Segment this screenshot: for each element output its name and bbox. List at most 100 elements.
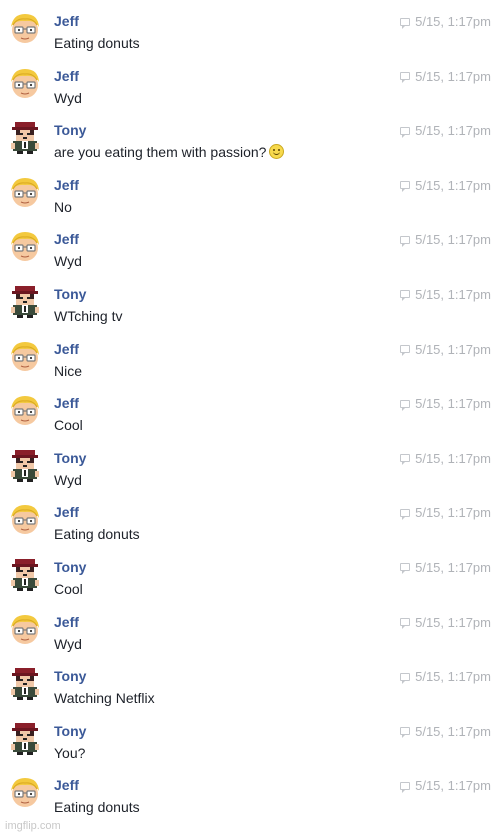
jeff-avatar[interactable] xyxy=(7,338,43,374)
sender-name[interactable]: Jeff xyxy=(54,231,79,247)
message-meta: 5/15, 1:17pm xyxy=(400,69,491,84)
jeff-avatar[interactable] xyxy=(7,774,43,810)
message-bubble-icon xyxy=(400,672,411,684)
sender-name[interactable]: Jeff xyxy=(54,177,79,193)
jeff-avatar[interactable] xyxy=(7,501,43,537)
message-row: Jeff Wyd 5/15, 1:17pm xyxy=(0,218,500,273)
message-row: Tony Watching Netflix 5/15, 1:17pm xyxy=(0,655,500,710)
tony-avatar[interactable] xyxy=(7,119,43,155)
timestamp: 5/15, 1:17pm xyxy=(415,177,491,193)
message-text: Nice xyxy=(54,363,82,379)
message-bubble-icon xyxy=(400,399,411,411)
message-text-content: Eating donuts xyxy=(54,526,140,543)
timestamp: 5/15, 1:17pm xyxy=(415,68,491,84)
jeff-avatar[interactable] xyxy=(7,228,43,264)
message-row: Tony Wyd 5/15, 1:17pm xyxy=(0,437,500,492)
tony-avatar[interactable] xyxy=(7,447,43,483)
message-text-content: Watching Netflix xyxy=(54,690,155,707)
message-text: Watching Netflix xyxy=(54,690,155,706)
timestamp: 5/15, 1:17pm xyxy=(415,341,491,357)
message-meta: 5/15, 1:17pm xyxy=(400,14,491,29)
sender-name[interactable]: Jeff xyxy=(54,13,79,29)
message-text: You? xyxy=(54,745,85,761)
message-text: Eating donuts xyxy=(54,526,140,542)
message-row: Jeff No 5/15, 1:17pm xyxy=(0,164,500,219)
message-row: Tony WTching tv 5/15, 1:17pm xyxy=(0,273,500,328)
message-meta: 5/15, 1:17pm xyxy=(400,778,491,793)
timestamp: 5/15, 1:17pm xyxy=(415,778,491,794)
timestamp: 5/15, 1:17pm xyxy=(415,669,491,685)
message-meta: 5/15, 1:17pm xyxy=(400,724,491,739)
sender-name[interactable]: Tony xyxy=(54,723,86,739)
message-text-content: No xyxy=(54,198,72,215)
message-text: are you eating them with passion? xyxy=(54,144,285,160)
message-meta: 5/15, 1:17pm xyxy=(400,287,491,302)
tony-avatar[interactable] xyxy=(7,720,43,756)
message-text: Wyd xyxy=(54,636,82,652)
message-meta: 5/15, 1:17pm xyxy=(400,178,491,193)
message-text-content: Wyd xyxy=(54,89,82,106)
message-row: Jeff Eating donuts 5/15, 1:17pm xyxy=(0,764,500,819)
message-text-content: Cool xyxy=(54,417,83,434)
message-row: Jeff Eating donuts 5/15, 1:17pm xyxy=(0,491,500,546)
sender-name[interactable]: Tony xyxy=(54,450,86,466)
timestamp: 5/15, 1:17pm xyxy=(415,505,491,521)
tony-avatar[interactable] xyxy=(7,556,43,592)
message-bubble-icon xyxy=(400,727,411,739)
message-bubble-icon xyxy=(400,508,411,520)
sender-name[interactable]: Tony xyxy=(54,668,86,684)
message-bubble-icon xyxy=(400,126,411,138)
timestamp: 5/15, 1:17pm xyxy=(415,723,491,739)
message-bubble-icon xyxy=(400,290,411,302)
message-meta: 5/15, 1:17pm xyxy=(400,123,491,138)
message-row: Jeff Cool 5/15, 1:17pm xyxy=(0,382,500,437)
message-row: Jeff Eating donuts 5/15, 1:17pm xyxy=(0,0,500,55)
message-text: WTching tv xyxy=(54,308,122,324)
message-row: Tony are you eating them with passion? 5/1… xyxy=(0,109,500,164)
sender-name[interactable]: Jeff xyxy=(54,504,79,520)
message-text: Wyd xyxy=(54,253,82,269)
message-meta: 5/15, 1:17pm xyxy=(400,560,491,575)
timestamp: 5/15, 1:17pm xyxy=(415,450,491,466)
message-row: Tony Cool 5/15, 1:17pm xyxy=(0,546,500,601)
jeff-avatar[interactable] xyxy=(7,174,43,210)
message-bubble-icon xyxy=(400,563,411,575)
sender-name[interactable]: Tony xyxy=(54,122,86,138)
message-bubble-icon xyxy=(400,72,411,84)
jeff-avatar[interactable] xyxy=(7,10,43,46)
message-bubble-icon xyxy=(400,454,411,466)
message-meta: 5/15, 1:17pm xyxy=(400,232,491,247)
timestamp: 5/15, 1:17pm xyxy=(415,232,491,248)
message-row: Tony You? 5/15, 1:17pm xyxy=(0,710,500,765)
message-thread: Jeff Eating donuts 5/15, 1:17pm Jeff Wyd 5/1… xyxy=(0,0,500,819)
tony-avatar[interactable] xyxy=(7,665,43,701)
sender-name[interactable]: Jeff xyxy=(54,777,79,793)
message-meta: 5/15, 1:17pm xyxy=(400,342,491,357)
message-meta: 5/15, 1:17pm xyxy=(400,396,491,411)
message-text-content: Wyd xyxy=(54,471,82,488)
timestamp: 5/15, 1:17pm xyxy=(415,396,491,412)
sender-name[interactable]: Jeff xyxy=(54,341,79,357)
jeff-avatar[interactable] xyxy=(7,65,43,101)
message-text-content: Wyd xyxy=(54,635,82,652)
jeff-avatar[interactable] xyxy=(7,611,43,647)
timestamp: 5/15, 1:17pm xyxy=(415,559,491,575)
message-row: Jeff Wyd 5/15, 1:17pm xyxy=(0,55,500,110)
message-text-content: Eating donuts xyxy=(54,799,140,816)
message-text-content: Cool xyxy=(54,580,83,597)
message-text: No xyxy=(54,199,72,215)
message-bubble-icon xyxy=(400,345,411,357)
message-text: Eating donuts xyxy=(54,799,140,815)
sender-name[interactable]: Tony xyxy=(54,559,86,575)
tony-avatar[interactable] xyxy=(7,283,43,319)
message-bubble-icon xyxy=(400,235,411,247)
sender-name[interactable]: Tony xyxy=(54,286,86,302)
message-text: Cool xyxy=(54,417,83,433)
sender-name[interactable]: Jeff xyxy=(54,395,79,411)
jeff-avatar[interactable] xyxy=(7,392,43,428)
message-text-content: WTching tv xyxy=(54,307,123,324)
sender-name[interactable]: Jeff xyxy=(54,614,79,630)
message-text: Cool xyxy=(54,581,83,597)
sender-name[interactable]: Jeff xyxy=(54,68,79,84)
timestamp: 5/15, 1:17pm xyxy=(415,123,491,139)
